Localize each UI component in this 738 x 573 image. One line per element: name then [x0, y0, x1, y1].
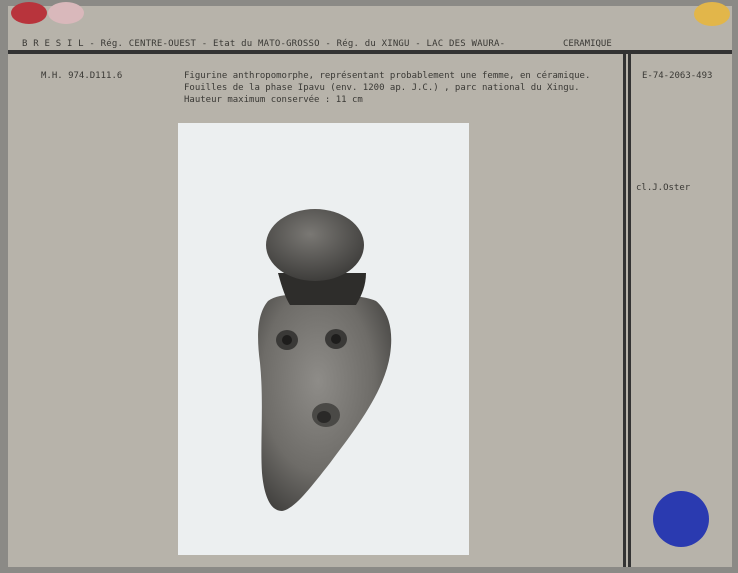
description-line-3: Hauteur maximum conservée : 11 cm: [184, 95, 363, 105]
blue-marker-dot: [653, 491, 709, 547]
red-marker-dot: [11, 2, 47, 24]
pink-marker-dot: [48, 2, 84, 24]
category-label: CERAMIQUE: [563, 39, 612, 49]
figurine-image: [258, 209, 392, 511]
region-heading: B R E S I L - Rég. CENTRE-OUEST - Etat d…: [22, 39, 506, 49]
description-line-2: Fouilles de la phase Ipavu (env. 1200 ap…: [184, 83, 580, 93]
object-photograph: [178, 123, 469, 555]
inventory-number: M.H. 974.D111.6: [41, 71, 123, 81]
catalog-card: B R E S I L - Rég. CENTRE-OUEST - Etat d…: [8, 2, 732, 567]
yellow-marker-dot: [694, 2, 730, 26]
object-description: Figurine anthropomorphe, représentant pr…: [184, 70, 590, 106]
reference-number: E-74-2063-493: [642, 71, 713, 81]
column-divider-left: [623, 54, 626, 567]
column-divider-right: [628, 54, 631, 567]
photo-credit: cl.J.Oster: [636, 183, 691, 193]
description-line-1: Figurine anthropomorphe, représentant pr…: [184, 71, 591, 81]
